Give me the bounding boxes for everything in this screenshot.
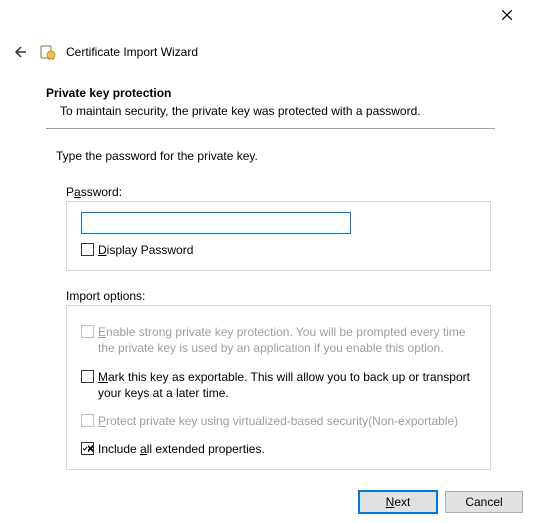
protect-virtualized-label: Protect private key using virtualized-ba… — [98, 413, 458, 429]
enable-strong-protection-checkbox — [81, 325, 94, 338]
page-heading: Private key protection — [46, 86, 495, 100]
import-options-group-box: Enable strong private key protection. Yo… — [66, 305, 491, 470]
instruction-text: Type the password for the private key. — [56, 149, 495, 163]
back-button[interactable] — [10, 42, 30, 62]
wizard-title: Certificate Import Wizard — [66, 45, 198, 59]
import-options-group-label: Import options: — [66, 289, 491, 303]
include-extended-properties-label: Include all extended properties. — [98, 441, 265, 457]
next-button[interactable]: Next — [359, 491, 437, 513]
mark-exportable-checkbox[interactable] — [81, 370, 94, 383]
back-arrow-icon — [12, 44, 28, 60]
divider — [46, 128, 495, 129]
display-password-checkbox[interactable] — [81, 243, 94, 256]
close-button[interactable] — [487, 4, 527, 26]
mark-exportable-label: Mark this key as exportable. This will a… — [98, 369, 480, 401]
password-input[interactable] — [81, 212, 351, 234]
page-subheading: To maintain security, the private key wa… — [60, 104, 495, 118]
cancel-button[interactable]: Cancel — [445, 491, 523, 513]
password-group-box: Display Password — [66, 201, 491, 271]
certificate-wizard-icon — [40, 44, 56, 60]
close-icon — [502, 10, 512, 20]
password-group-label: Password: — [66, 185, 491, 199]
enable-strong-protection-label: Enable strong private key protection. Yo… — [98, 324, 480, 356]
protect-virtualized-checkbox — [81, 414, 94, 427]
display-password-label: Display Password — [98, 242, 193, 258]
include-extended-properties-checkbox[interactable] — [81, 442, 94, 455]
